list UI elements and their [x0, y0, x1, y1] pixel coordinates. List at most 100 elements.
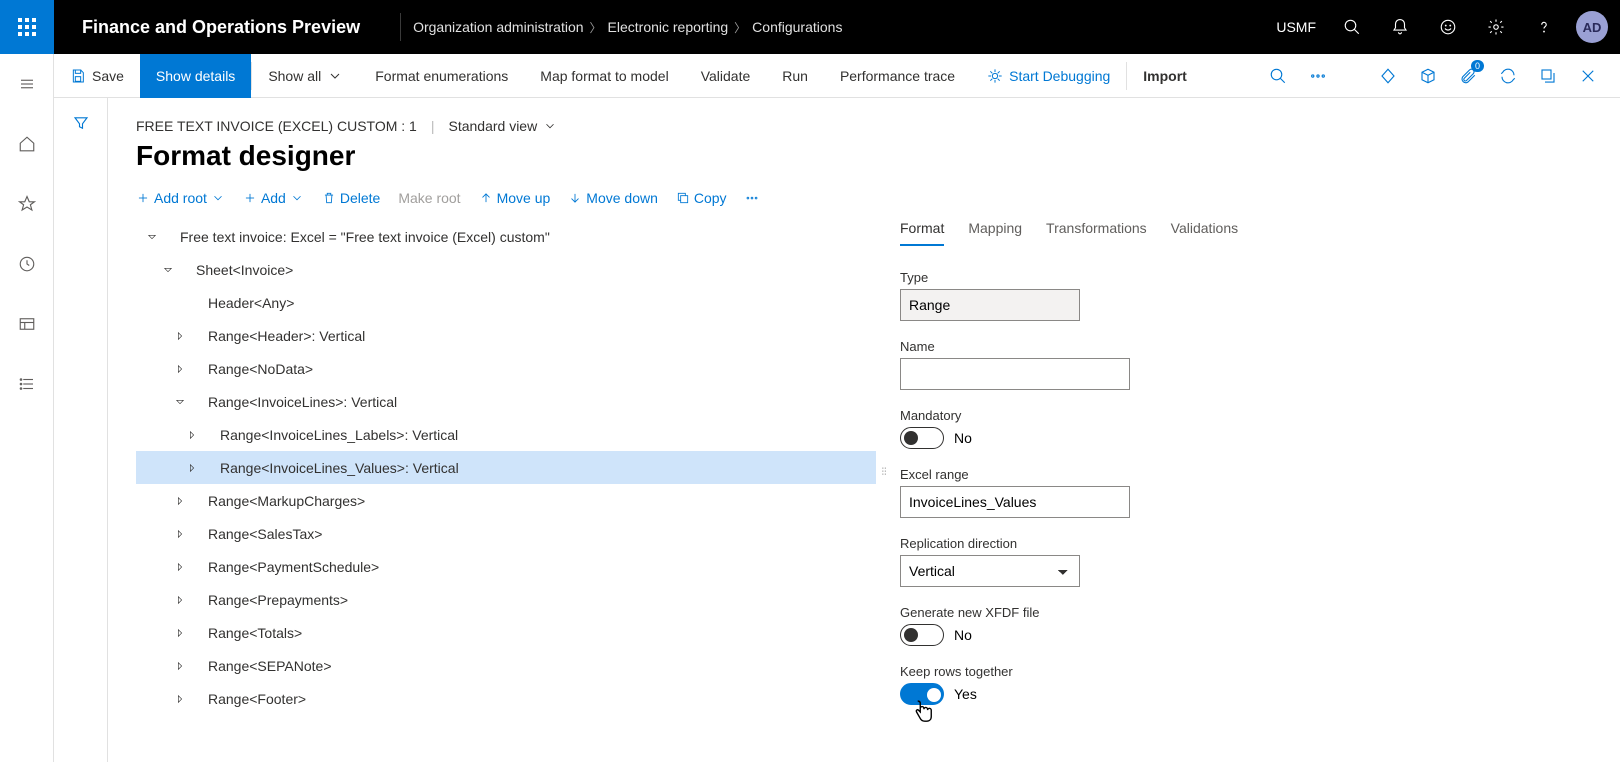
expand-icon[interactable]	[172, 493, 188, 509]
xfdf-toggle[interactable]	[900, 624, 944, 646]
search-in-page-button[interactable]	[1258, 54, 1298, 98]
tree-row[interactable]: Range<MarkupCharges>	[136, 484, 876, 517]
name-input[interactable]	[900, 358, 1130, 390]
home-button[interactable]	[7, 124, 47, 164]
replication-select[interactable]: Vertical	[900, 555, 1080, 587]
main-content: FREE TEXT INVOICE (EXCEL) CUSTOM : 1 | S…	[108, 98, 1620, 762]
app-launcher[interactable]	[0, 0, 54, 54]
attachment-badge: 0	[1471, 60, 1484, 72]
expand-icon[interactable]	[172, 691, 188, 707]
expand-icon[interactable]	[172, 658, 188, 674]
tree-row[interactable]: Range<Prepayments>	[136, 583, 876, 616]
tab-format[interactable]: Format	[900, 220, 944, 246]
start-debugging-button[interactable]: Start Debugging	[971, 54, 1126, 98]
more-actions-button[interactable]	[1298, 54, 1338, 98]
performance-trace-button[interactable]: Performance trace	[824, 54, 971, 98]
tree-label: Range<SEPANote>	[202, 658, 332, 674]
more-icon	[745, 191, 759, 205]
tab-mapping[interactable]: Mapping	[968, 220, 1022, 246]
chevron-down-icon	[543, 119, 557, 133]
add-button[interactable]: Add	[243, 190, 304, 206]
notifications-button[interactable]	[1376, 0, 1424, 54]
field-xfdf: Generate new XFDF file No	[900, 605, 1556, 646]
attachments-button[interactable]: 0	[1448, 54, 1488, 98]
validate-button[interactable]: Validate	[685, 54, 767, 98]
home-icon	[18, 135, 36, 153]
tree-row[interactable]: Range<Header>: Vertical	[136, 319, 876, 352]
tree-row[interactable]: Range<PaymentSchedule>	[136, 550, 876, 583]
settings-button[interactable]	[1472, 0, 1520, 54]
modules-button[interactable]	[7, 364, 47, 404]
breadcrumb-item[interactable]: Electronic reporting	[608, 19, 729, 35]
show-all-button[interactable]: Show all	[252, 54, 359, 98]
feedback-button[interactable]	[1424, 0, 1472, 54]
help-button[interactable]	[1520, 0, 1568, 54]
expand-icon[interactable]	[184, 460, 200, 476]
tree-row[interactable]: Sheet<Invoice>	[136, 253, 876, 286]
import-button[interactable]: Import	[1127, 54, 1203, 98]
expand-icon[interactable]	[184, 427, 200, 443]
expand-icon[interactable]	[172, 625, 188, 641]
refresh-button[interactable]	[1488, 54, 1528, 98]
save-icon	[70, 68, 86, 84]
tree-row[interactable]: Range<SalesTax>	[136, 517, 876, 550]
expand-icon[interactable]	[172, 526, 188, 542]
workspaces-button[interactable]	[7, 304, 47, 344]
tree-row[interactable]: Range<InvoiceLines>: Vertical	[136, 385, 876, 418]
gear-icon	[1487, 18, 1505, 36]
move-up-button[interactable]: Move up	[479, 190, 551, 206]
copy-button[interactable]: Copy	[676, 190, 727, 206]
move-down-button[interactable]: Move down	[568, 190, 658, 206]
delete-button[interactable]: Delete	[322, 190, 380, 206]
tree-row[interactable]: Free text invoice: Excel = "Free text in…	[136, 220, 876, 253]
tree-row[interactable]: Range<SEPANote>	[136, 649, 876, 682]
tree-row[interactable]: Range<InvoiceLines_Values>: Vertical	[136, 451, 876, 484]
popout-button[interactable]	[1528, 54, 1568, 98]
close-button[interactable]	[1568, 54, 1608, 98]
filter-button[interactable]	[72, 114, 90, 762]
expand-icon[interactable]	[172, 559, 188, 575]
company-code[interactable]: USMF	[1264, 19, 1328, 35]
format-enumerations-button[interactable]: Format enumerations	[359, 54, 524, 98]
xfdf-label: Generate new XFDF file	[900, 605, 1556, 620]
splitter[interactable]: ⫶⫶	[876, 220, 892, 724]
collapse-icon[interactable]	[144, 229, 160, 245]
collapse-icon[interactable]	[172, 394, 188, 410]
diamond-button[interactable]	[1368, 54, 1408, 98]
hamburger-button[interactable]	[7, 64, 47, 104]
run-button[interactable]: Run	[766, 54, 824, 98]
recent-button[interactable]	[7, 244, 47, 284]
tab-validations[interactable]: Validations	[1171, 220, 1238, 246]
tree-row[interactable]: Range<NoData>	[136, 352, 876, 385]
keep-rows-toggle[interactable]	[900, 683, 944, 705]
show-details-button[interactable]: Show details	[140, 54, 251, 98]
filter-column	[54, 98, 108, 762]
tree-row[interactable]: Range<Totals>	[136, 616, 876, 649]
expand-icon[interactable]	[172, 361, 188, 377]
map-format-button[interactable]: Map format to model	[524, 54, 684, 98]
view-selector[interactable]: Standard view	[448, 118, 557, 134]
tab-transformations[interactable]: Transformations	[1046, 220, 1147, 246]
add-root-button[interactable]: Add root	[136, 190, 225, 206]
type-input[interactable]	[900, 289, 1080, 321]
collapse-icon[interactable]	[160, 262, 176, 278]
command-bar: Save Show details Show all Format enumer…	[0, 54, 1620, 98]
tree-panel[interactable]: Free text invoice: Excel = "Free text in…	[136, 220, 876, 724]
package-button[interactable]	[1408, 54, 1448, 98]
mandatory-toggle[interactable]	[900, 427, 944, 449]
expand-icon[interactable]	[172, 592, 188, 608]
save-button[interactable]: Save	[54, 54, 140, 98]
favorites-button[interactable]	[7, 184, 47, 224]
user-avatar[interactable]: AD	[1576, 11, 1608, 43]
make-root-button: Make root	[398, 190, 460, 206]
tree-row[interactable]: Header<Any>	[136, 286, 876, 319]
excel-range-input[interactable]	[900, 486, 1130, 518]
expand-icon[interactable]	[172, 328, 188, 344]
tree-row[interactable]: Range<Footer>	[136, 682, 876, 715]
breadcrumb-item[interactable]: Configurations	[752, 19, 842, 35]
search-button[interactable]	[1328, 0, 1376, 54]
tree-row[interactable]: Range<InvoiceLines_Labels>: Vertical	[136, 418, 876, 451]
arrow-down-icon	[568, 191, 582, 205]
toolbar-more-button[interactable]	[745, 191, 759, 205]
breadcrumb-item[interactable]: Organization administration	[413, 19, 583, 35]
